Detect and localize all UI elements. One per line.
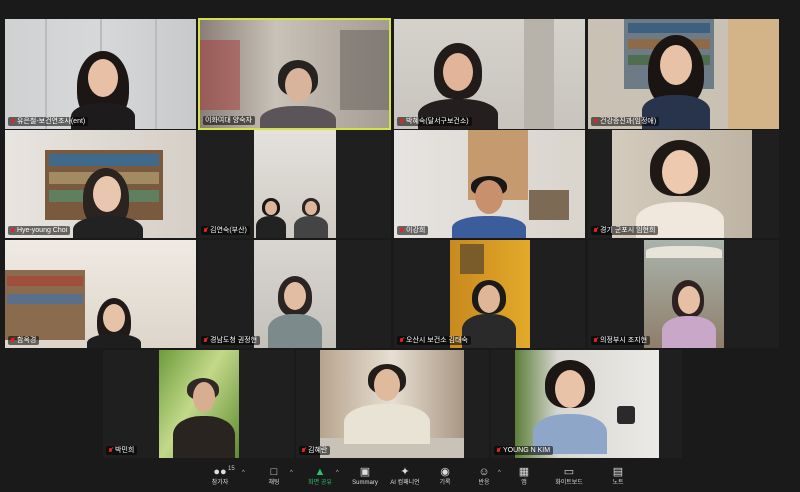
participant-name-label: YOUNG N KIM (494, 446, 554, 455)
chat-bubble-icon: □ (270, 466, 278, 478)
share-screen-icon: ▲ (314, 466, 326, 478)
participant-name-label: 김연숙(부산) (201, 226, 250, 235)
participant-name-label: 박혜숙(달서구보건소) (397, 117, 472, 126)
participants-button[interactable]: ●● 참가자 (198, 466, 242, 487)
mic-muted-icon (593, 337, 598, 344)
mic-muted-icon (108, 447, 113, 454)
video-tile[interactable]: 김연숙(부산) (198, 130, 391, 238)
video-tile[interactable]: 경남도청 권정현 (198, 240, 391, 348)
video-gallery: 유은철-보건연조사(ent) 이화여대 양숙자 박혜숙(달서구보건소) 건강증진… (0, 0, 800, 462)
participant-name-label: 함옥경 (8, 336, 40, 345)
video-tile[interactable]: 유은철-보건연조사(ent) (5, 19, 196, 129)
mic-muted-icon (10, 337, 15, 344)
participant-name-label: Hye-young Choi (8, 226, 71, 235)
apps-button[interactable]: ▦ 앱 (502, 466, 546, 487)
video-tile[interactable]: YOUNG N KIM (491, 350, 682, 458)
video-tile[interactable]: Hye-young Choi (5, 130, 196, 238)
video-tile[interactable]: 이강희 (394, 130, 585, 238)
participant-name-label: 유은철-보건연조사(ent) (8, 117, 89, 126)
mic-muted-icon (203, 227, 208, 234)
video-tile[interactable]: 박민희 (103, 350, 294, 458)
emoji-icon: ☺ (478, 466, 490, 478)
share-options-caret[interactable]: ^ (336, 470, 339, 476)
participant-name-label: 의정부시 조지현 (591, 336, 651, 345)
mic-muted-icon (593, 227, 598, 234)
mic-muted-icon (301, 447, 306, 454)
mic-muted-icon (203, 337, 208, 344)
video-tile[interactable]: 건강증진과(임정애) (588, 19, 779, 129)
mic-muted-icon (399, 118, 404, 125)
ai-companion-button[interactable]: ✦ AI 컴패니언 (383, 466, 427, 487)
video-tile[interactable]: 박혜숙(달서구보건소) (394, 19, 585, 129)
document-icon: ▣ (359, 466, 371, 478)
meeting-toolbar: ●● 참가자 15 ^ □ 채팅 ^ ▲ 화면 공유 ^ ▣ Summary ✦… (0, 462, 800, 492)
participant-name-label: 오산시 보건소 김태숙 (397, 336, 471, 345)
video-tile[interactable]: 오산시 보건소 김태숙 (394, 240, 585, 348)
chat-options-caret[interactable]: ^ (290, 470, 293, 476)
notes-icon: ▤ (612, 466, 624, 478)
mic-muted-icon (399, 337, 404, 344)
video-tile[interactable]: 김혜란 (296, 350, 489, 458)
sparkle-icon: ✦ (400, 466, 410, 478)
participants-count: 15 (228, 466, 235, 472)
participant-name-label: 이화여대 양숙자 (203, 116, 256, 125)
video-tile-active-speaker[interactable]: 이화여대 양숙자 (198, 18, 391, 130)
notes-button[interactable]: ▤ 노트 (596, 466, 640, 487)
reactions-options-caret[interactable]: ^ (498, 470, 501, 476)
summary-button[interactable]: ▣ Summary (343, 466, 387, 487)
participant-name-label: 김혜란 (299, 446, 331, 455)
video-tile[interactable]: 경기 군포시 임현희 (588, 130, 779, 238)
participant-name-label: 이강희 (397, 226, 429, 235)
video-tile[interactable]: 의정부시 조지현 (588, 240, 779, 348)
whiteboard-button[interactable]: ▭ 화이트보드 (547, 466, 591, 487)
mic-muted-icon (10, 227, 15, 234)
apps-grid-icon: ▦ (518, 466, 530, 478)
whiteboard-icon: ▭ (563, 466, 575, 478)
mic-muted-icon (593, 118, 598, 125)
mic-muted-icon (496, 447, 501, 454)
participant-name-label: 경기 군포시 임현희 (591, 226, 659, 235)
participant-name-label: 박민희 (106, 446, 138, 455)
participants-options-caret[interactable]: ^ (242, 470, 245, 476)
people-icon: ●● (213, 466, 227, 478)
record-icon: ◉ (440, 466, 450, 478)
record-button[interactable]: ◉ 기록 (423, 466, 467, 487)
video-tile[interactable]: 함옥경 (5, 240, 196, 348)
participant-name-label: 건강증진과(임정애) (591, 117, 660, 126)
mic-muted-icon (10, 118, 15, 125)
mic-muted-icon (399, 227, 404, 234)
participant-name-label: 경남도청 권정현 (201, 336, 261, 345)
